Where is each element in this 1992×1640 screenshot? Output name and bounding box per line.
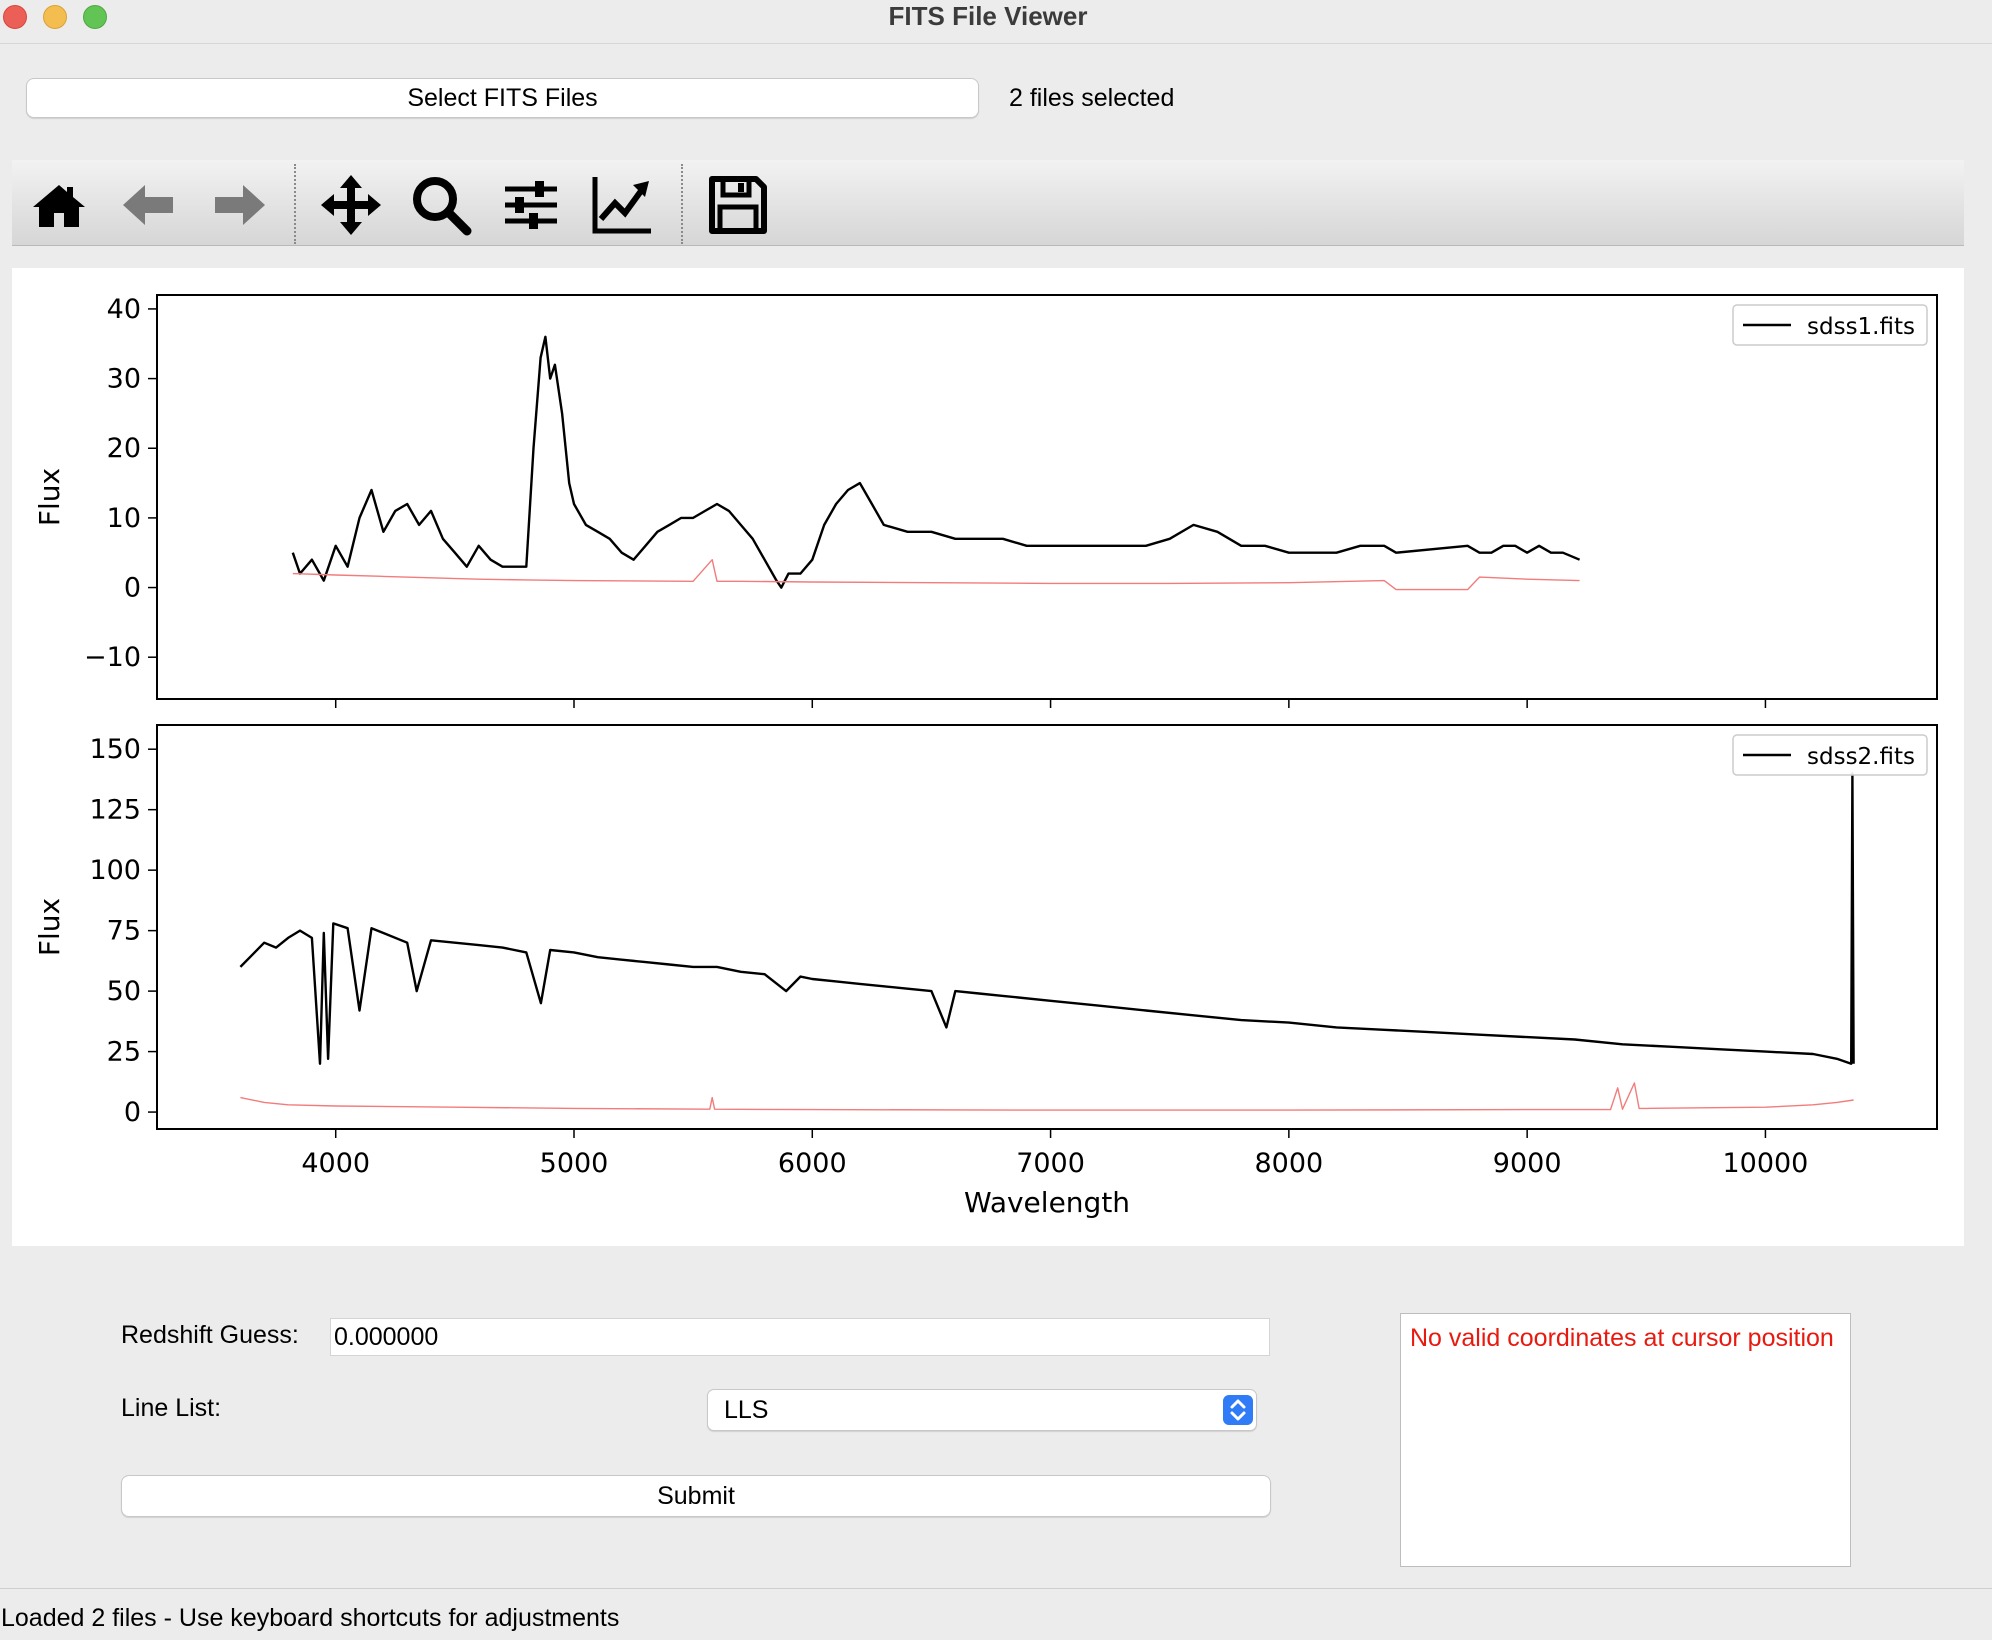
y-tick-label: 75 bbox=[107, 916, 141, 947]
submit-button[interactable]: Submit bbox=[121, 1475, 1271, 1517]
select-fits-files-button[interactable]: Select FITS Files bbox=[26, 78, 979, 118]
subplot-2: 0 25 50 75 100 125 150 4000 5000 6000 7000 8000 9000… bbox=[33, 724, 1938, 1219]
plot-canvas[interactable]: −10 0 10 20 30 40 Flux sdss1.fits 0 25 50 75 100 125 1… bbox=[12, 268, 1964, 1246]
y-tick-label: 30 bbox=[107, 364, 141, 395]
updown-chevron-icon[interactable] bbox=[1223, 1395, 1253, 1425]
spectra-figure[interactable]: −10 0 10 20 30 40 Flux sdss1.fits 0 25 50 75 100 125 1… bbox=[12, 268, 1964, 1246]
status-text: Loaded 2 files - Use keyboard shortcuts … bbox=[1, 1604, 620, 1632]
x-tick-label: 5000 bbox=[540, 1148, 609, 1179]
title-bar: FITS File Viewer bbox=[0, 0, 1992, 44]
forward-arrow-icon[interactable] bbox=[207, 173, 271, 237]
line-list-label: Line List: bbox=[121, 1394, 222, 1422]
x-tick-label: 4000 bbox=[301, 1148, 370, 1179]
back-arrow-icon[interactable] bbox=[117, 173, 181, 237]
plot-toolbar bbox=[12, 160, 1964, 246]
y-tick-label: 0 bbox=[124, 1097, 141, 1128]
plot-area bbox=[157, 295, 1937, 699]
toolbar-separator bbox=[681, 164, 683, 244]
legend-label: sdss2.fits bbox=[1807, 744, 1915, 770]
x-tick-label: 7000 bbox=[1016, 1148, 1085, 1179]
y-tick-label: 50 bbox=[107, 976, 141, 1007]
x-tick-label: 8000 bbox=[1255, 1148, 1324, 1179]
y-tick-label: −10 bbox=[84, 642, 141, 673]
pan-icon[interactable] bbox=[319, 173, 383, 237]
plot-area bbox=[157, 725, 1937, 1129]
redshift-input[interactable]: 0.000000 bbox=[330, 1318, 1270, 1356]
x-tick-label: 9000 bbox=[1493, 1148, 1562, 1179]
y-tick-label: 150 bbox=[89, 734, 141, 765]
line-list-value: LLS bbox=[724, 1396, 769, 1424]
y-tick-label: 40 bbox=[107, 294, 141, 325]
window-title: FITS File Viewer bbox=[888, 1, 1088, 31]
subplots-icon[interactable] bbox=[499, 173, 563, 237]
zoom-icon[interactable] bbox=[409, 173, 473, 237]
y-tick-label: 20 bbox=[107, 433, 141, 464]
y-tick-label: 25 bbox=[107, 1037, 141, 1068]
line-list-select[interactable]: LLS bbox=[707, 1389, 1257, 1431]
save-icon[interactable] bbox=[706, 173, 770, 237]
edit-axis-icon[interactable] bbox=[589, 173, 653, 237]
x-tick-label: 10000 bbox=[1722, 1148, 1808, 1179]
subplot-1: −10 0 10 20 30 40 Flux sdss1.fits bbox=[33, 294, 1938, 708]
cursor-coordinates-panel: No valid coordinates at cursor position bbox=[1400, 1313, 1851, 1567]
x-axis-label: Wavelength bbox=[964, 1186, 1130, 1219]
y-tick-label: 125 bbox=[89, 795, 141, 826]
legend-label: sdss1.fits bbox=[1807, 314, 1915, 340]
y-tick-label: 10 bbox=[107, 503, 141, 534]
files-selected-label: 2 files selected bbox=[1009, 84, 1175, 112]
y-tick-label: 0 bbox=[124, 573, 141, 604]
x-tick-label: 6000 bbox=[778, 1148, 847, 1179]
status-bar: Loaded 2 files - Use keyboard shortcuts … bbox=[0, 1588, 1992, 1640]
home-icon[interactable] bbox=[27, 173, 91, 237]
y-axis-label: Flux bbox=[33, 898, 66, 956]
redshift-label: Redshift Guess: bbox=[121, 1321, 299, 1349]
y-tick-label: 100 bbox=[89, 855, 141, 886]
cursor-coordinates-message: No valid coordinates at cursor position bbox=[1410, 1324, 1834, 1352]
toolbar-separator bbox=[294, 164, 296, 244]
y-axis-label: Flux bbox=[33, 468, 66, 526]
